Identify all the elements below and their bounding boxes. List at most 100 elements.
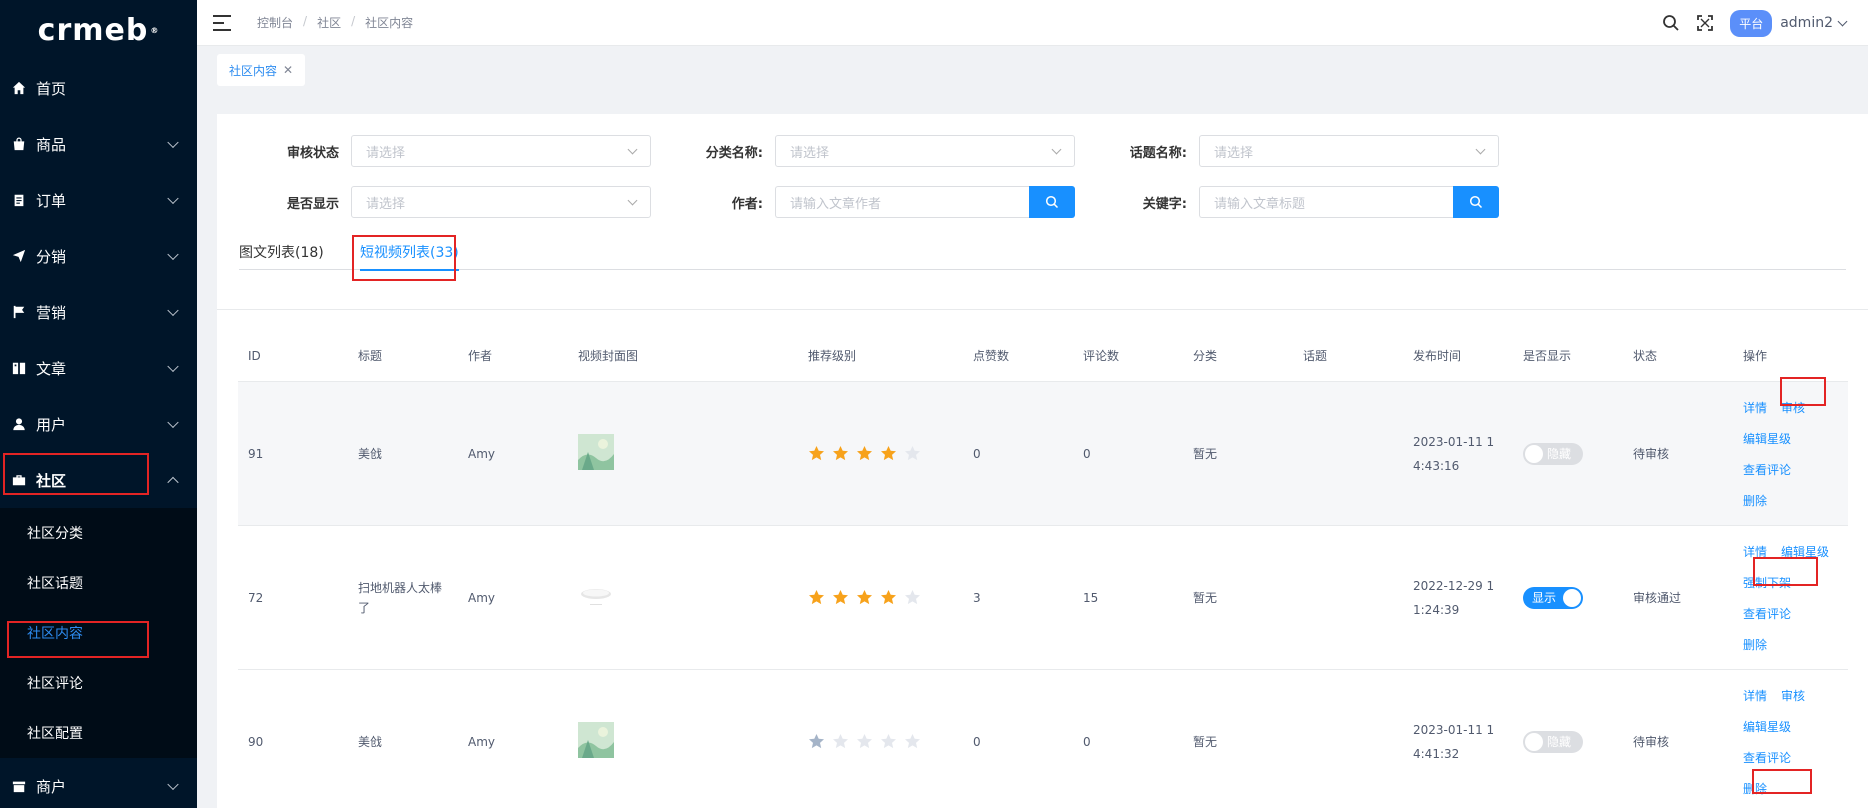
is-show-select[interactable]: 请选择 [351, 186, 651, 218]
cell-id: 72 [248, 590, 264, 605]
cell-author: Amy [468, 734, 495, 749]
clipboard-icon [12, 193, 26, 207]
sidebar-item-articles[interactable]: 文章 [0, 340, 197, 396]
sidebar-item-label: 社区 [36, 471, 67, 490]
star-icon[interactable] [904, 445, 921, 462]
audit-link[interactable]: 审核 [1781, 687, 1805, 704]
cell-status: 待审核 [1633, 447, 1670, 461]
star-rating[interactable] [808, 445, 963, 462]
audit-link[interactable]: 审核 [1781, 399, 1805, 416]
sidebar-item-users[interactable]: 用户 [0, 396, 197, 452]
star-icon[interactable] [904, 733, 921, 750]
submenu-item-community-topic[interactable]: 社区话题 [0, 558, 197, 608]
star-icon[interactable] [856, 445, 873, 462]
video-cover-thumbnail[interactable] [578, 434, 614, 470]
audit-status-select[interactable]: 请选择 [351, 135, 651, 167]
column-header: 标题 [358, 349, 383, 363]
star-icon[interactable] [856, 589, 873, 606]
star-icon[interactable] [880, 589, 897, 606]
delete-link[interactable]: 删除 [1743, 780, 1848, 797]
star-icon[interactable] [808, 445, 825, 462]
star-icon[interactable] [808, 589, 825, 606]
breadcrumb-item[interactable]: 社区 [317, 14, 341, 31]
star-rating[interactable] [808, 733, 963, 750]
sidebar-item-community[interactable]: 社区 [0, 452, 197, 508]
star-icon[interactable] [832, 445, 849, 462]
submenu-item-community-comments[interactable]: 社区评论 [0, 658, 197, 708]
cell-status: 审核通过 [1633, 591, 1682, 605]
community-submenu: 社区分类 社区话题 社区内容 社区评论 社区配置 [0, 508, 197, 758]
show-toggle[interactable]: 隐藏 [1523, 730, 1583, 753]
show-toggle[interactable]: 显示 [1523, 586, 1583, 609]
force-off-shelf-link[interactable]: 强制下架 [1743, 574, 1848, 591]
star-icon[interactable] [808, 733, 825, 750]
search-icon[interactable] [1662, 14, 1680, 32]
delete-link[interactable]: 删除 [1743, 492, 1848, 509]
star-icon[interactable] [856, 733, 873, 750]
breadcrumb-item[interactable]: 控制台 [257, 14, 293, 31]
view-comments-link[interactable]: 查看评论 [1743, 749, 1848, 766]
logo[interactable]: crmeb ® [0, 0, 197, 60]
star-icon[interactable] [832, 733, 849, 750]
cell-stars [798, 445, 963, 462]
edit-stars-link[interactable]: 编辑星级 [1743, 718, 1848, 735]
star-icon[interactable] [880, 733, 897, 750]
select-placeholder: 请选择 [1214, 145, 1254, 161]
sidebar-item-home[interactable]: 首页 [0, 60, 197, 116]
view-comments-link[interactable]: 查看评论 [1743, 605, 1848, 622]
submenu-item-community-category[interactable]: 社区分类 [0, 508, 197, 558]
edit-stars-link[interactable]: 编辑星级 [1743, 430, 1848, 447]
tag-community-content[interactable]: 社区内容 ✕ [217, 54, 306, 86]
detail-link[interactable]: 详情 [1743, 399, 1767, 416]
input-placeholder: 请输入文章作者 [790, 196, 882, 212]
breadcrumb-separator: / [351, 14, 356, 28]
menu-fold-icon[interactable] [213, 14, 231, 31]
cell-comments: 0 [1083, 446, 1091, 461]
book-icon [12, 361, 26, 375]
star-icon[interactable] [880, 445, 897, 462]
shop-icon [12, 779, 26, 793]
view-comments-link[interactable]: 查看评论 [1743, 461, 1848, 478]
detail-link[interactable]: 详情 [1743, 543, 1767, 560]
edit-stars-link[interactable]: 编辑星级 [1781, 543, 1829, 560]
close-icon[interactable]: ✕ [283, 63, 293, 77]
breadcrumb: 控制台 / 社区 / 社区内容 [257, 14, 413, 31]
sidebar-item-distribution[interactable]: 分销 [0, 228, 197, 284]
show-toggle[interactable]: 隐藏 [1523, 442, 1583, 465]
sidebar-item-label: 商品 [36, 135, 67, 154]
sidebar-item-merchants[interactable]: 商户 [0, 758, 197, 808]
keyword-input[interactable]: 请输入文章标题 [1199, 186, 1453, 218]
star-rating[interactable] [808, 589, 963, 606]
delete-link[interactable]: 删除 [1743, 636, 1848, 653]
star-icon[interactable] [904, 589, 921, 606]
submenu-item-community-config[interactable]: 社区配置 [0, 708, 197, 758]
submenu-item-community-content[interactable]: 社区内容 [0, 608, 197, 658]
keyword-search-button[interactable] [1453, 186, 1499, 218]
tab-short-video[interactable]: 短视频列表(33) [360, 234, 459, 271]
video-cover-thumbnail[interactable] [578, 578, 614, 614]
chevron-down-icon[interactable] [1837, 16, 1848, 26]
sidebar-item-products[interactable]: 商品 [0, 116, 197, 172]
fullscreen-icon[interactable] [1696, 14, 1714, 32]
table-header: ID 标题 作者 视频封面图 推荐级别 点赞数 评论数 分类 话题 发布时间 是… [238, 330, 1848, 382]
video-cover-thumbnail[interactable] [578, 722, 614, 758]
home-icon [12, 81, 26, 95]
admin-username[interactable]: admin2 [1780, 15, 1833, 31]
filter-label: 是否显示 [286, 196, 339, 212]
table-row: 90 美戗 Amy 0 0 暂无 2023-01-11 14:41:32 隐藏 … [238, 670, 1848, 808]
sidebar-item-marketing[interactable]: 营销 [0, 284, 197, 340]
cell-publish-time: 2023-01-11 14:43:16 [1413, 434, 1495, 473]
column-header: 推荐级别 [808, 349, 857, 363]
column-header: 话题 [1303, 349, 1328, 363]
topic-select[interactable]: 请选择 [1199, 135, 1499, 167]
platform-badge: 平台 [1730, 9, 1773, 37]
star-icon[interactable] [832, 589, 849, 606]
cell-id: 90 [248, 734, 264, 749]
author-input[interactable]: 请输入文章作者 [775, 186, 1029, 218]
category-select[interactable]: 请选择 [775, 135, 1075, 167]
tab-image-text[interactable]: 图文列表(18) [239, 234, 324, 270]
detail-link[interactable]: 详情 [1743, 687, 1767, 704]
author-search-button[interactable] [1029, 186, 1075, 218]
cell-category: 暂无 [1193, 447, 1218, 461]
sidebar-item-orders[interactable]: 订单 [0, 172, 197, 228]
